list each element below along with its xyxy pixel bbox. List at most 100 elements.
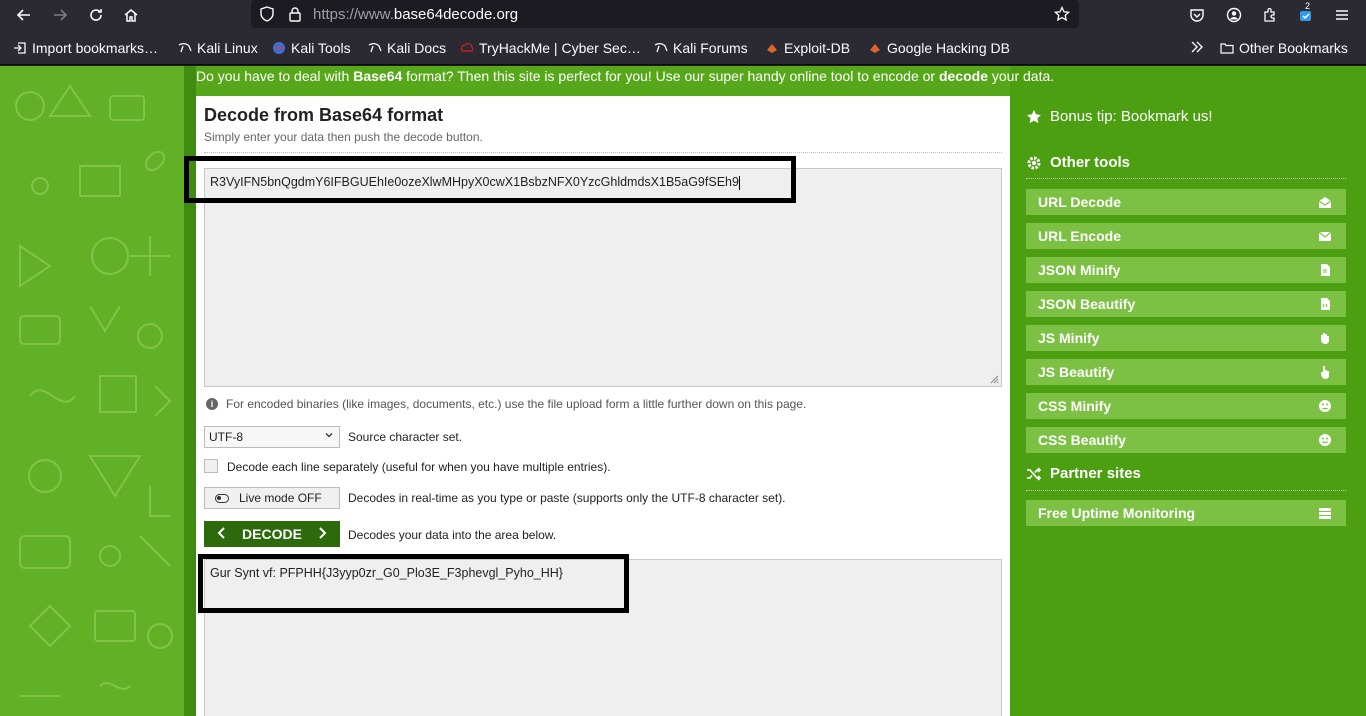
bookmark-label: Exploit-DB <box>784 40 851 56</box>
kali-dragon-icon <box>654 42 668 53</box>
intro-part1: Do you have to deal with <box>196 68 354 84</box>
url-text[interactable]: https://www.base64decode.org <box>313 6 518 23</box>
chevron-left-icon <box>217 527 225 539</box>
decode-description: Decodes your data into the area below. <box>348 528 557 542</box>
tool-json-beautify[interactable]: JSON Beautify <box>1026 291 1346 317</box>
tool-js-minify[interactable]: JS Minify <box>1026 325 1346 351</box>
envelope-icon <box>1318 231 1332 241</box>
tool-js-beautify[interactable]: JS Beautify <box>1026 359 1346 385</box>
forward-arrow-icon <box>54 9 68 21</box>
page-title: Decode from Base64 format <box>204 105 444 125</box>
pocket-button[interactable] <box>1185 3 1209 27</box>
file-icon <box>1321 264 1330 276</box>
live-mode-label: Live mode OFF <box>239 491 322 505</box>
address-bar[interactable]: https://www.base64decode.org <box>251 0 1079 28</box>
charset-label: Source character set. <box>348 430 463 444</box>
url-prefix: https://www. <box>313 6 394 23</box>
pocket-icon <box>1190 9 1204 22</box>
double-chevron-right-icon <box>1191 41 1203 53</box>
bookmark-kali-linux[interactable]: Kali Linux <box>178 40 258 56</box>
decode-lines-checkbox[interactable] <box>204 459 218 473</box>
decode-lines-label[interactable]: Decode each line separately (useful for … <box>227 460 611 474</box>
live-mode-toggle[interactable]: Live mode OFF <box>204 487 340 509</box>
doodle-background <box>0 66 184 716</box>
bookmark-kali-docs[interactable]: Kali Docs <box>368 40 446 56</box>
bookmark-label: Kali Tools <box>291 40 351 56</box>
intro-bold2: decode <box>938 68 988 84</box>
partner-label: Free Uptime Monitoring <box>1038 505 1196 521</box>
shield-icon[interactable] <box>259 6 275 22</box>
account-icon <box>1226 7 1242 23</box>
charset-select[interactable]: UTF-8 <box>204 426 340 448</box>
shuffle-icon <box>1027 466 1042 481</box>
binaries-note-text: For encoded binaries (like images, docum… <box>226 397 807 411</box>
extensions-button[interactable] <box>1258 3 1282 27</box>
input-highlight-box <box>184 156 796 203</box>
bookmark-star-icon[interactable] <box>1054 6 1070 22</box>
reload-button[interactable] <box>84 3 108 27</box>
kali-tools-icon <box>273 42 285 54</box>
intro-text: Do you have to deal with Base64 format? … <box>196 68 1054 84</box>
exploit-db-icon <box>870 44 880 53</box>
decode-button-label: DECODE <box>242 526 302 542</box>
tool-label: JSON Beautify <box>1038 296 1136 312</box>
tool-label: CSS Minify <box>1038 398 1112 414</box>
exploit-db-icon <box>767 44 777 53</box>
binaries-note: i For encoded binaries (like images, doc… <box>206 397 806 411</box>
tool-label: CSS Beautify <box>1038 432 1126 448</box>
account-button[interactable] <box>1222 3 1246 27</box>
toggle-icon <box>215 493 229 503</box>
divider <box>204 152 1002 153</box>
bookmark-tryhackme[interactable]: TryHackMe | Cyber Sec… <box>460 40 641 56</box>
output-highlight-box <box>198 554 629 613</box>
menu-button[interactable] <box>1330 3 1354 27</box>
tool-json-minify[interactable]: JSON Minify <box>1026 257 1346 283</box>
tool-url-decode[interactable]: URL Decode <box>1026 189 1346 215</box>
reload-icon <box>90 9 102 21</box>
home-button[interactable] <box>119 3 143 27</box>
intro-bold1: Base64 <box>353 68 403 84</box>
tool-css-minify[interactable]: CSS Minify <box>1026 393 1346 419</box>
other-tools-heading: Other tools <box>1026 154 1130 171</box>
home-icon <box>124 9 138 22</box>
bookmark-kali-tools[interactable]: Kali Tools <box>272 40 351 56</box>
other-bookmarks-label: Other Bookmarks <box>1239 40 1348 56</box>
bookmarks-bar: Import bookmarks… Kali Linux Kali Tools … <box>0 30 1366 65</box>
file-code-icon <box>1321 298 1330 310</box>
decode-button[interactable]: DECODE <box>204 521 340 547</box>
bookmark-exploit-db[interactable]: Exploit-DB <box>765 40 850 56</box>
other-bookmarks-button[interactable]: Other Bookmarks <box>1220 40 1348 56</box>
intro-part3: your data. <box>987 68 1055 84</box>
partner-sites-label: Partner sites <box>1050 465 1141 482</box>
meh-face-icon <box>1319 400 1331 412</box>
tool-label: URL Decode <box>1038 194 1121 210</box>
bookmark-label: TryHackMe | Cyber Sec… <box>479 40 641 56</box>
tool-css-beautify[interactable]: CSS Beautify <box>1026 427 1346 453</box>
extensions-count-badge: 2 <box>1305 1 1311 11</box>
charset-value: UTF-8 <box>209 430 243 444</box>
kali-dragon-icon <box>368 42 382 53</box>
partner-free-uptime-monitoring[interactable]: Free Uptime Monitoring <box>1026 500 1346 526</box>
server-icon <box>1319 508 1331 519</box>
bookmarks-overflow-button[interactable] <box>1190 40 1209 54</box>
bookmark-google-hacking-db[interactable]: Google Hacking DB <box>868 40 1010 56</box>
gear-icon <box>1027 156 1041 169</box>
doodle-pattern-icon <box>15 84 173 697</box>
bonus-tip-text: Bonus tip: Bookmark us! <box>1050 108 1213 125</box>
kali-dragon-icon <box>178 42 192 53</box>
resize-handle-icon[interactable] <box>990 375 999 384</box>
forward-button[interactable] <box>48 3 72 27</box>
tool-url-encode[interactable]: URL Encode <box>1026 223 1346 249</box>
url-host: base64decode.org <box>393 6 519 23</box>
bookmark-import[interactable]: Import bookmarks… <box>13 40 158 56</box>
tryhackme-icon <box>460 42 474 52</box>
live-mode-description: Decodes in real-time as you type or past… <box>348 491 786 505</box>
import-icon <box>14 42 26 54</box>
lock-icon[interactable] <box>287 6 303 22</box>
hand-icon <box>1321 333 1329 344</box>
bookmark-label: Kali Forums <box>673 40 748 56</box>
back-button[interactable] <box>12 3 36 27</box>
envelope-open-icon <box>1318 197 1332 208</box>
hamburger-menu-icon <box>1336 10 1348 20</box>
bookmark-kali-forums[interactable]: Kali Forums <box>654 40 748 56</box>
